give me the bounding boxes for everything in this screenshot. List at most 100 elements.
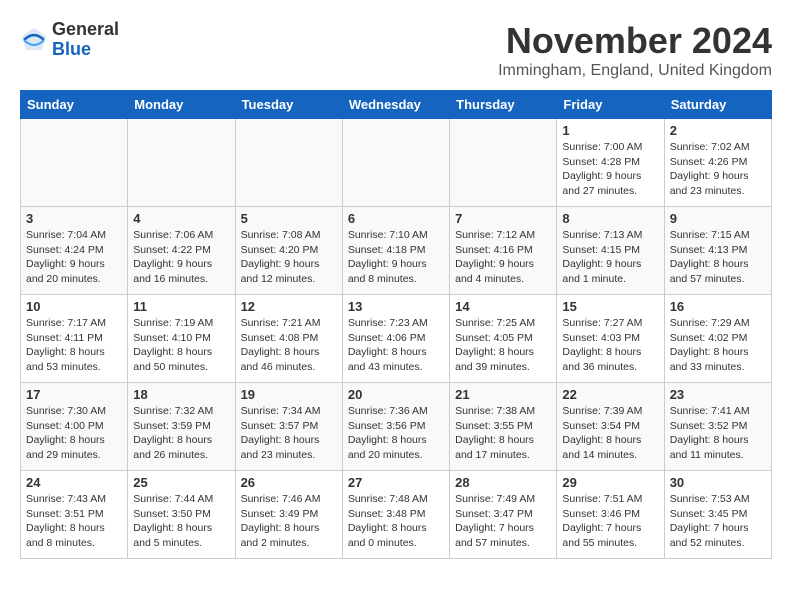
calendar-row: 1 Sunrise: 7:00 AM Sunset: 4:28 PM Daylig…	[21, 119, 772, 207]
location: Immingham, England, United Kingdom	[498, 62, 772, 80]
col-header-tuesday: Tuesday	[235, 91, 342, 119]
calendar-cell: 25Sunrise: 7:44 AM Sunset: 3:50 PM Dayli…	[128, 471, 235, 559]
calendar-cell: 22 Sunrise: 7:39 AM Sunset: 3:54 PM Dayli…	[557, 383, 664, 471]
day-number: 6	[348, 211, 444, 226]
day-number: 15	[562, 299, 658, 314]
calendar-cell: 17 Sunrise: 7:30 AM Sunset: 4:00 PM Dayli…	[21, 383, 128, 471]
calendar-row: 10 Sunrise: 7:17 AM Sunset: 4:11 PM Dayli…	[21, 295, 772, 383]
day-info: Sunrise: 7:34 AM Sunset: 3:57 PM Dayligh…	[241, 404, 337, 463]
day-info: Sunrise: 7:10 AM Sunset: 4:18 PM Dayligh…	[348, 228, 444, 287]
day-number: 17	[26, 387, 122, 402]
logo-general: General	[52, 19, 119, 39]
day-number: 24	[26, 475, 122, 490]
day-number: 21	[455, 387, 551, 402]
day-info: Sunrise: 7:46 AM Sunset: 3:49 PM Dayligh…	[241, 492, 337, 551]
header-row: SundayMondayTuesdayWednesdayThursdayFrid…	[21, 91, 772, 119]
calendar-cell: 20 Sunrise: 7:36 AM Sunset: 3:56 PM Dayli…	[342, 383, 449, 471]
day-number: 2	[670, 123, 766, 138]
col-header-saturday: Saturday	[664, 91, 771, 119]
day-info: Sunrise: 7:27 AM Sunset: 4:03 PM Dayligh…	[562, 316, 658, 375]
calendar-cell: 19 Sunrise: 7:34 AM Sunset: 3:57 PM Dayli…	[235, 383, 342, 471]
calendar-cell: 24 Sunrise: 7:43 AM Sunset: 3:51 PM Dayli…	[21, 471, 128, 559]
col-header-sunday: Sunday	[21, 91, 128, 119]
day-info: Sunrise: 7:48 AM Sunset: 3:48 PM Dayligh…	[348, 492, 444, 551]
calendar-cell: 15 Sunrise: 7:27 AM Sunset: 4:03 PM Dayli…	[557, 295, 664, 383]
calendar-cell: 1 Sunrise: 7:00 AM Sunset: 4:28 PM Daylig…	[557, 119, 664, 207]
calendar-cell	[21, 119, 128, 207]
day-number: 1	[562, 123, 658, 138]
day-number: 28	[455, 475, 551, 490]
calendar-row: 17 Sunrise: 7:30 AM Sunset: 4:00 PM Dayli…	[21, 383, 772, 471]
calendar-cell	[235, 119, 342, 207]
day-info: Sunrise: 7:12 AM Sunset: 4:16 PM Dayligh…	[455, 228, 551, 287]
day-number: 29	[562, 475, 658, 490]
day-number: 23	[670, 387, 766, 402]
day-number: 11	[133, 299, 229, 314]
day-number: 5	[241, 211, 337, 226]
day-info: Sunrise: 7:29 AM Sunset: 4:02 PM Dayligh…	[670, 316, 766, 375]
day-info: Sunrise: 7:08 AM Sunset: 4:20 PM Dayligh…	[241, 228, 337, 287]
day-info: Sunrise: 7:19 AM Sunset: 4:10 PM Dayligh…	[133, 316, 229, 375]
day-info: Sunrise: 7:17 AM Sunset: 4:11 PM Dayligh…	[26, 316, 122, 375]
calendar-row: 3 Sunrise: 7:04 AM Sunset: 4:24 PM Daylig…	[21, 207, 772, 295]
day-info: Sunrise: 7:30 AM Sunset: 4:00 PM Dayligh…	[26, 404, 122, 463]
day-number: 8	[562, 211, 658, 226]
day-number: 10	[26, 299, 122, 314]
day-number: 13	[348, 299, 444, 314]
col-header-thursday: Thursday	[450, 91, 557, 119]
day-info: Sunrise: 7:43 AM Sunset: 3:51 PM Dayligh…	[26, 492, 122, 551]
page-header: General Blue November 2024 Immingham, En…	[20, 20, 772, 80]
day-info: Sunrise: 7:38 AM Sunset: 3:55 PM Dayligh…	[455, 404, 551, 463]
day-number: 22	[562, 387, 658, 402]
col-header-friday: Friday	[557, 91, 664, 119]
calendar-cell: 11 Sunrise: 7:19 AM Sunset: 4:10 PM Dayli…	[128, 295, 235, 383]
day-info: Sunrise: 7:39 AM Sunset: 3:54 PM Dayligh…	[562, 404, 658, 463]
calendar-cell: 4Sunrise: 7:06 AM Sunset: 4:22 PM Daylig…	[128, 207, 235, 295]
day-info: Sunrise: 7:53 AM Sunset: 3:45 PM Dayligh…	[670, 492, 766, 551]
calendar-table: SundayMondayTuesdayWednesdayThursdayFrid…	[20, 90, 772, 559]
day-info: Sunrise: 7:23 AM Sunset: 4:06 PM Dayligh…	[348, 316, 444, 375]
day-number: 7	[455, 211, 551, 226]
day-info: Sunrise: 7:51 AM Sunset: 3:46 PM Dayligh…	[562, 492, 658, 551]
day-info: Sunrise: 7:25 AM Sunset: 4:05 PM Dayligh…	[455, 316, 551, 375]
day-number: 26	[241, 475, 337, 490]
logo-text: General Blue	[52, 20, 119, 60]
day-info: Sunrise: 7:21 AM Sunset: 4:08 PM Dayligh…	[241, 316, 337, 375]
calendar-cell: 7 Sunrise: 7:12 AM Sunset: 4:16 PM Daylig…	[450, 207, 557, 295]
calendar-cell: 16 Sunrise: 7:29 AM Sunset: 4:02 PM Dayli…	[664, 295, 771, 383]
calendar-cell	[342, 119, 449, 207]
day-number: 19	[241, 387, 337, 402]
calendar-cell: 5 Sunrise: 7:08 AM Sunset: 4:20 PM Daylig…	[235, 207, 342, 295]
col-header-wednesday: Wednesday	[342, 91, 449, 119]
calendar-cell: 29 Sunrise: 7:51 AM Sunset: 3:46 PM Dayli…	[557, 471, 664, 559]
calendar-cell: 28Sunrise: 7:49 AM Sunset: 3:47 PM Dayli…	[450, 471, 557, 559]
day-info: Sunrise: 7:00 AM Sunset: 4:28 PM Dayligh…	[562, 140, 658, 199]
calendar-cell: 6 Sunrise: 7:10 AM Sunset: 4:18 PM Daylig…	[342, 207, 449, 295]
logo: General Blue	[20, 20, 119, 60]
calendar-cell: 12 Sunrise: 7:21 AM Sunset: 4:08 PM Dayli…	[235, 295, 342, 383]
day-number: 18	[133, 387, 229, 402]
day-number: 14	[455, 299, 551, 314]
day-number: 20	[348, 387, 444, 402]
day-info: Sunrise: 7:15 AM Sunset: 4:13 PM Dayligh…	[670, 228, 766, 287]
logo-icon	[20, 26, 48, 54]
calendar-cell: 30Sunrise: 7:53 AM Sunset: 3:45 PM Dayli…	[664, 471, 771, 559]
calendar-cell: 8Sunrise: 7:13 AM Sunset: 4:15 PM Daylig…	[557, 207, 664, 295]
calendar-cell: 3 Sunrise: 7:04 AM Sunset: 4:24 PM Daylig…	[21, 207, 128, 295]
day-number: 9	[670, 211, 766, 226]
day-number: 27	[348, 475, 444, 490]
day-info: Sunrise: 7:04 AM Sunset: 4:24 PM Dayligh…	[26, 228, 122, 287]
calendar-cell: 10 Sunrise: 7:17 AM Sunset: 4:11 PM Dayli…	[21, 295, 128, 383]
calendar-cell: 9 Sunrise: 7:15 AM Sunset: 4:13 PM Daylig…	[664, 207, 771, 295]
calendar-cell	[450, 119, 557, 207]
day-info: Sunrise: 7:36 AM Sunset: 3:56 PM Dayligh…	[348, 404, 444, 463]
calendar-cell: 26 Sunrise: 7:46 AM Sunset: 3:49 PM Dayli…	[235, 471, 342, 559]
calendar-row: 24 Sunrise: 7:43 AM Sunset: 3:51 PM Dayli…	[21, 471, 772, 559]
day-number: 16	[670, 299, 766, 314]
day-number: 3	[26, 211, 122, 226]
col-header-monday: Monday	[128, 91, 235, 119]
day-number: 12	[241, 299, 337, 314]
calendar-cell	[128, 119, 235, 207]
calendar-cell: 23Sunrise: 7:41 AM Sunset: 3:52 PM Dayli…	[664, 383, 771, 471]
day-info: Sunrise: 7:06 AM Sunset: 4:22 PM Dayligh…	[133, 228, 229, 287]
